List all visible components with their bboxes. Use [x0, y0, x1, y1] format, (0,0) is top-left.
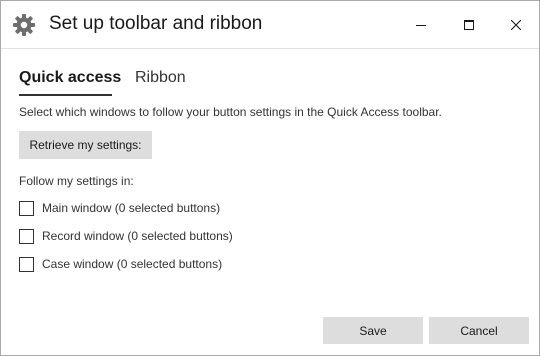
title-bar: Set up toolbar and ribbon: [1, 1, 539, 49]
window-title: Set up toolbar and ribbon: [49, 13, 263, 34]
case-window-label: Case window (0 selected buttons): [42, 257, 223, 271]
option-case-window[interactable]: Case window (0 selected buttons): [19, 256, 222, 272]
follow-settings-label: Follow my settings in:: [19, 174, 134, 188]
option-main-window[interactable]: Main window (0 selected buttons): [19, 200, 220, 216]
minimize-icon: [416, 20, 426, 30]
tab-ribbon[interactable]: Ribbon: [135, 69, 186, 87]
retrieve-settings-button[interactable]: Retrieve my settings:: [19, 131, 152, 159]
active-tab-indicator: [19, 94, 112, 96]
record-window-checkbox[interactable]: [19, 228, 34, 244]
maximize-button[interactable]: [446, 1, 492, 48]
case-window-checkbox[interactable]: [19, 256, 34, 272]
record-window-label: Record window (0 selected buttons): [42, 229, 233, 243]
gear-icon: [12, 13, 36, 37]
option-record-window[interactable]: Record window (0 selected buttons): [19, 228, 233, 244]
close-icon: [511, 19, 521, 30]
save-button[interactable]: Save: [323, 317, 423, 344]
maximize-icon: [464, 19, 474, 30]
main-window-checkbox[interactable]: [19, 200, 34, 216]
dialog-window: Set up toolbar and ribbon Quick access R…: [0, 0, 540, 356]
close-button[interactable]: [493, 1, 539, 48]
quick-access-description: Select which windows to follow your butt…: [19, 105, 442, 119]
cancel-button[interactable]: Cancel: [429, 317, 529, 344]
minimize-button[interactable]: [398, 1, 444, 48]
main-window-label: Main window (0 selected buttons): [42, 201, 221, 215]
tab-quick-access[interactable]: Quick access: [19, 69, 121, 87]
